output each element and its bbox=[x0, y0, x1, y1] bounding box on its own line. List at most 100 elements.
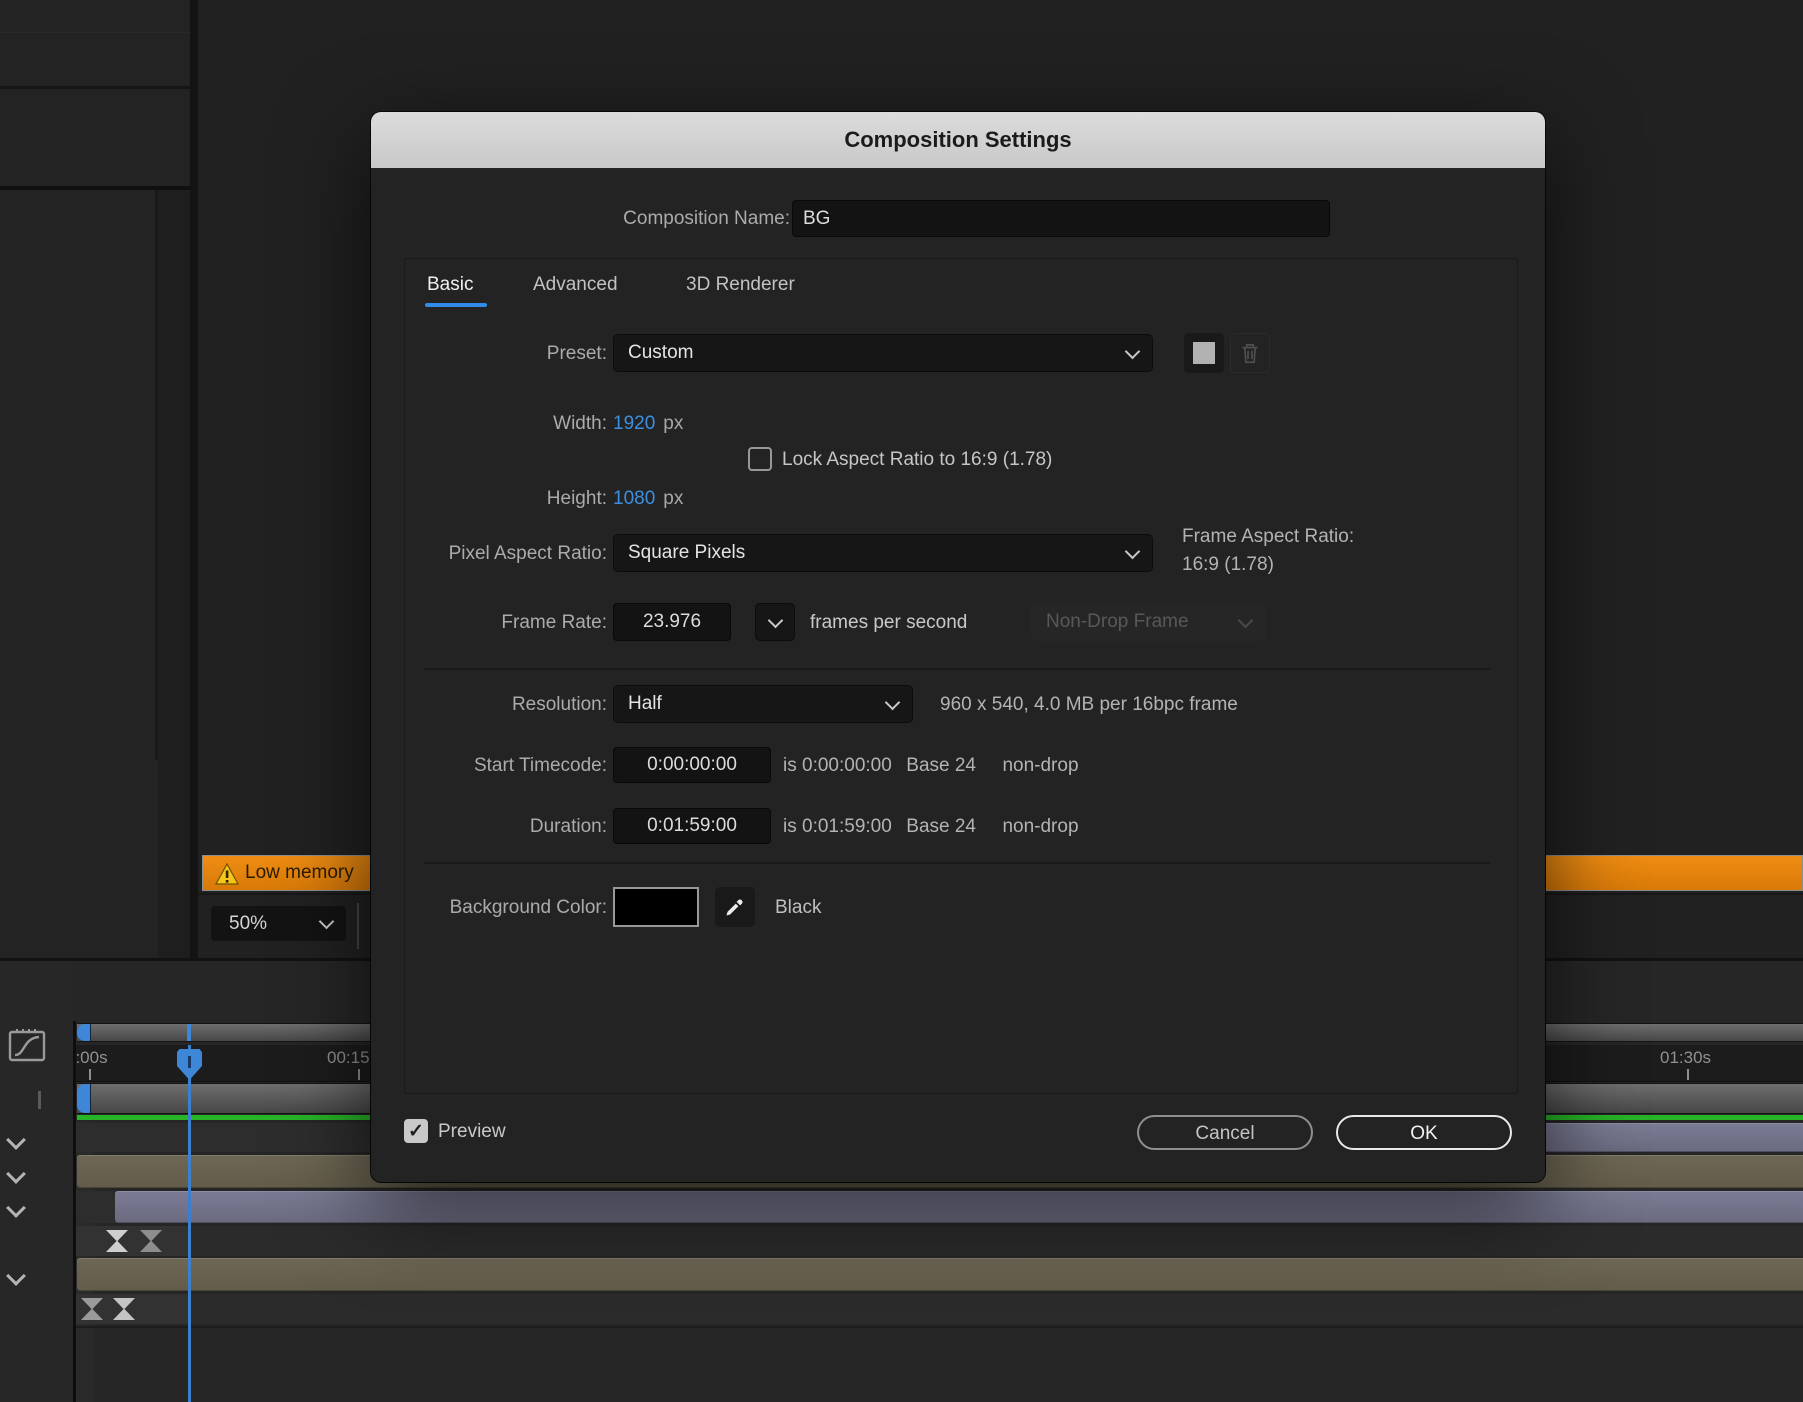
preview-checkbox[interactable]: ✓ bbox=[404, 1119, 428, 1143]
width-value[interactable]: 1920 bbox=[613, 413, 655, 434]
width-label: Width: bbox=[387, 413, 607, 435]
resolution-info: 960 x 540, 4.0 MB per 16bpc frame bbox=[940, 694, 1238, 716]
drop-frame-value: Non-Drop Frame bbox=[1046, 611, 1189, 633]
resolution-label: Resolution: bbox=[387, 694, 607, 716]
resolution-dropdown[interactable]: Half bbox=[613, 685, 913, 723]
timecode-drop: non-drop bbox=[1002, 755, 1078, 776]
tab-label: 3D Renderer bbox=[686, 274, 795, 295]
tab-label: Basic bbox=[427, 274, 473, 295]
chevron-down-icon bbox=[1238, 612, 1254, 628]
frame-aspect-ratio-label: Frame Aspect Ratio: bbox=[1182, 526, 1354, 548]
tab-basic[interactable]: Basic bbox=[427, 274, 473, 296]
chevron-down-icon[interactable] bbox=[6, 1130, 26, 1150]
chevron-down-icon bbox=[767, 612, 783, 628]
low-memory-text: Low memory bbox=[245, 862, 354, 884]
drop-frame-dropdown: Non-Drop Frame bbox=[1031, 603, 1266, 641]
eyedropper-icon bbox=[723, 895, 747, 919]
save-preset-button[interactable] bbox=[1184, 333, 1224, 373]
resolution-value: Half bbox=[628, 693, 662, 715]
chevron-down-icon bbox=[885, 694, 901, 710]
timeline-header-column bbox=[0, 961, 73, 1402]
pixel-aspect-ratio-value: Square Pixels bbox=[628, 542, 745, 564]
timecode-base: Base 24 bbox=[906, 816, 976, 837]
warning-icon bbox=[215, 863, 239, 885]
chevron-down-icon bbox=[1125, 343, 1141, 359]
delete-preset-button[interactable] bbox=[1230, 333, 1270, 373]
preset-label: Preset: bbox=[387, 343, 607, 365]
graph-editor-icon[interactable] bbox=[8, 1027, 46, 1063]
ruler-tick bbox=[1687, 1069, 1689, 1080]
panel-divider bbox=[0, 86, 190, 89]
playhead-line bbox=[188, 1045, 191, 1402]
start-timecode-input[interactable] bbox=[613, 747, 771, 783]
background-color-name: Black bbox=[775, 897, 821, 919]
height-value[interactable]: 1080 bbox=[613, 488, 655, 509]
start-timecode-info: is 0:00:00:00 Base 24 non-drop bbox=[783, 755, 1079, 777]
chevron-down-icon[interactable] bbox=[6, 1266, 26, 1286]
frames-per-second-label: frames per second bbox=[810, 612, 967, 634]
lock-aspect-checkbox[interactable] bbox=[748, 447, 772, 471]
height-label: Height: bbox=[387, 488, 607, 510]
cancel-button[interactable]: Cancel bbox=[1137, 1115, 1313, 1150]
navigator-playhead-tick bbox=[187, 1024, 191, 1041]
ok-button[interactable]: OK bbox=[1336, 1115, 1512, 1150]
row-highlight bbox=[75, 1226, 190, 1256]
section-divider bbox=[424, 862, 1490, 864]
frame-rate-preset-dropdown[interactable] bbox=[755, 603, 795, 641]
trash-icon bbox=[1237, 340, 1263, 366]
timecode-is: is 0:00:00:00 bbox=[783, 755, 892, 776]
eyedropper-button[interactable] bbox=[715, 887, 755, 927]
dialog-titlebar[interactable]: Composition Settings bbox=[371, 112, 1545, 168]
save-preset-icon bbox=[1193, 342, 1215, 364]
composition-name-label: Composition Name: bbox=[570, 208, 790, 230]
property-keyframe-row bbox=[75, 1294, 1803, 1324]
settings-groupbox bbox=[404, 258, 1518, 1094]
timecode-base: Base 24 bbox=[906, 755, 976, 776]
row-divider bbox=[75, 1326, 1803, 1328]
height-value-row: 1080px bbox=[613, 488, 683, 510]
width-value-row: 1920px bbox=[613, 413, 683, 435]
ruler-tick bbox=[358, 1069, 360, 1080]
frame-rate-label: Frame Rate: bbox=[387, 612, 607, 634]
panel-gutter[interactable] bbox=[190, 0, 198, 958]
preset-value: Custom bbox=[628, 342, 693, 364]
layer-bar[interactable] bbox=[77, 1258, 1803, 1291]
zoom-level-value: 50% bbox=[229, 913, 267, 935]
ruler-label: 00:15 bbox=[327, 1048, 370, 1068]
pan-handle[interactable] bbox=[38, 1091, 41, 1109]
timecode-drop: non-drop bbox=[1002, 816, 1078, 837]
zoom-level-dropdown[interactable]: 50% bbox=[211, 906, 346, 941]
toolbar-separator bbox=[357, 903, 359, 949]
lock-aspect-label: Lock Aspect Ratio to 16:9 (1.78) bbox=[782, 449, 1052, 471]
layer-track bbox=[75, 1258, 1803, 1291]
duration-label: Duration: bbox=[387, 816, 607, 838]
timeline-column-divider bbox=[73, 1021, 76, 1402]
navigator-start-handle[interactable] bbox=[77, 1024, 91, 1041]
tab-label: Advanced bbox=[533, 274, 618, 295]
panel-divider bbox=[0, 32, 190, 33]
preview-label: Preview bbox=[438, 1121, 506, 1143]
tab-advanced[interactable]: Advanced bbox=[533, 274, 618, 296]
preset-dropdown[interactable]: Custom bbox=[613, 334, 1153, 372]
dialog-title: Composition Settings bbox=[844, 127, 1071, 153]
layer-bar[interactable] bbox=[115, 1191, 1803, 1223]
work-area-start-handle[interactable] bbox=[77, 1084, 91, 1113]
panel-column bbox=[158, 190, 190, 958]
background-color-label: Background Color: bbox=[387, 897, 607, 919]
composition-settings-dialog: Composition Settings Composition Name: B… bbox=[371, 112, 1545, 1182]
pixel-aspect-ratio-dropdown[interactable]: Square Pixels bbox=[613, 534, 1153, 572]
section-divider bbox=[424, 668, 1490, 670]
composition-name-input[interactable] bbox=[792, 200, 1330, 237]
duration-input[interactable] bbox=[613, 808, 771, 844]
after-effects-app: Low memory 50% 0:00s 00:15 01:30s bbox=[0, 0, 1803, 1402]
chevron-down-icon bbox=[1125, 543, 1141, 559]
chevron-down-icon[interactable] bbox=[6, 1198, 26, 1218]
frame-rate-input[interactable] bbox=[613, 603, 731, 641]
chevron-down-icon bbox=[319, 914, 335, 930]
layer-track bbox=[75, 1191, 1803, 1223]
project-panel bbox=[0, 0, 190, 958]
tab-3d-renderer[interactable]: 3D Renderer bbox=[686, 274, 795, 296]
background-color-swatch[interactable] bbox=[613, 887, 699, 927]
chevron-down-icon[interactable] bbox=[6, 1164, 26, 1184]
pixel-aspect-ratio-label: Pixel Aspect Ratio: bbox=[387, 543, 607, 565]
